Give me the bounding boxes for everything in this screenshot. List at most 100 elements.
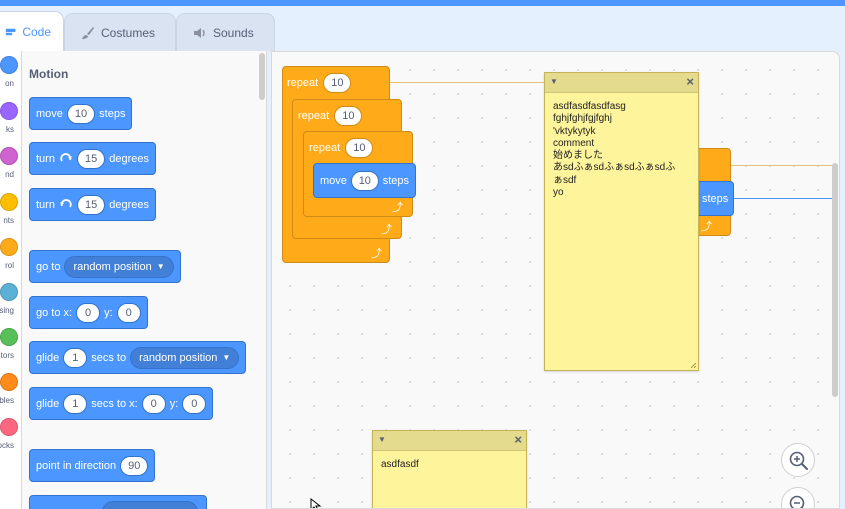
comment-line: yo xyxy=(553,187,564,199)
paintbrush-icon xyxy=(82,26,94,39)
point-in-direction-block[interactable]: point in direction 90 xyxy=(29,449,156,482)
block-label: glide xyxy=(36,351,60,364)
comment-header[interactable]: ▼ × xyxy=(545,73,698,93)
comment-line: あsdふぁsdふぁsdふぁsdふ xyxy=(553,162,676,174)
go-to-xy-block[interactable]: go to x: 0 y: 0 xyxy=(29,296,148,329)
block-label: repeat xyxy=(298,110,330,122)
collapse-triangle-icon[interactable]: ▼ xyxy=(550,77,558,86)
collapse-triangle-icon[interactable]: ▼ xyxy=(378,435,386,444)
resize-handle-icon[interactable] xyxy=(690,362,697,369)
comment-link-line xyxy=(728,198,838,199)
loop-arrow-icon: ⤴ xyxy=(392,202,403,214)
loop-arrow-icon: ⤴ xyxy=(701,221,712,233)
zoom-in-icon xyxy=(789,451,808,470)
speaker-icon xyxy=(194,27,205,38)
zoom-out-button[interactable] xyxy=(781,487,815,508)
category-dot-icon xyxy=(0,283,18,301)
category-menu: on ks nd nts rol sing tors bles ocks xyxy=(0,51,22,509)
block-label: y: xyxy=(104,306,113,319)
degrees-input[interactable]: 15 xyxy=(76,148,106,169)
comment-note[interactable]: ▼ × asdfasdfasdfasg fghjfghjfgjfghj 'vkt… xyxy=(544,72,699,371)
close-icon[interactable]: × xyxy=(514,432,522,447)
workspace-scrollbar[interactable] xyxy=(832,163,838,397)
rotate-left-icon xyxy=(60,198,72,207)
category-dot-icon xyxy=(0,328,18,346)
go-to-block[interactable]: go to random position ▼ xyxy=(29,250,181,283)
block-label: degrees xyxy=(109,198,149,211)
repeat-count-input[interactable]: 10 xyxy=(334,106,363,126)
secs-input[interactable]: 1 xyxy=(63,347,88,368)
comment-line: 始めました xyxy=(553,150,603,162)
turn-left-block[interactable]: turn 15 degrees xyxy=(29,188,156,221)
block-label: steps xyxy=(702,192,729,205)
block-label: steps xyxy=(99,107,126,120)
block-label: y: xyxy=(169,397,179,410)
secs-input[interactable]: 1 xyxy=(63,393,88,414)
block-label: turn xyxy=(36,152,55,165)
category-label: nts xyxy=(3,216,14,225)
target-dropdown[interactable]: random position ▼ xyxy=(64,255,174,278)
target-dropdown[interactable]: random position ▼ xyxy=(130,346,240,369)
category-label: sing xyxy=(0,306,14,315)
x-input[interactable]: 0 xyxy=(76,302,101,323)
tab-sounds[interactable]: Sounds xyxy=(176,13,275,51)
block-label: move xyxy=(320,174,347,187)
glide-to-block[interactable]: glide 1 secs to random position ▼ xyxy=(29,341,247,374)
block-label: repeat xyxy=(309,142,341,154)
category-label: tors xyxy=(0,351,14,360)
y-input[interactable]: 0 xyxy=(116,302,141,323)
block-label: secs to x: xyxy=(91,397,138,410)
block-label: degrees xyxy=(109,152,149,165)
turn-right-block[interactable]: turn 15 degrees xyxy=(29,142,156,175)
comment-note[interactable]: ▼ × asdfasdf xyxy=(372,430,527,508)
y-input[interactable]: 0 xyxy=(182,393,207,414)
comment-header[interactable]: ▼ × xyxy=(373,431,526,451)
palette-scrollbar[interactable] xyxy=(259,53,265,100)
point-towards-block-partial[interactable] xyxy=(29,495,207,509)
degrees-input[interactable]: 15 xyxy=(76,194,106,215)
block-label: repeat xyxy=(287,77,319,89)
glide-xy-block[interactable]: glide 1 secs to x: 0 y: 0 xyxy=(29,387,214,420)
tab-costumes[interactable]: Costumes xyxy=(64,13,176,51)
zoom-in-button[interactable] xyxy=(781,443,815,477)
block-label: go to x: xyxy=(36,306,73,319)
category-dot-icon xyxy=(0,238,18,256)
steps-input[interactable]: 10 xyxy=(66,103,96,124)
comment-link-line xyxy=(388,82,545,83)
category-dot-icon xyxy=(0,102,18,120)
script-area[interactable]: repeat 10 ⤴ repeat 10 ⤴ repeat 10 ⤴ move… xyxy=(271,51,840,509)
loop-arrow-icon: ⤴ xyxy=(381,224,392,236)
tab-code-label: Code xyxy=(22,24,51,39)
comment-text[interactable]: asdfasdfasdfasg fghjfghjfgjfghj 'vktykyt… xyxy=(545,93,698,199)
dropdown-value: random position xyxy=(73,260,152,273)
tab-code[interactable]: Code xyxy=(0,11,64,51)
steps-input[interactable]: 10 xyxy=(350,170,379,191)
comment-line: fghjfghjfgjfghj xyxy=(553,113,612,125)
section-title-motion: Motion xyxy=(29,67,69,81)
block-palette: Motion move 10 steps turn 15 degrees tur… xyxy=(22,51,267,509)
block-label: move xyxy=(36,107,63,120)
code-icon xyxy=(5,28,16,35)
category-dot-icon xyxy=(0,56,18,74)
direction-input[interactable]: 90 xyxy=(120,455,149,476)
repeat-count-input[interactable]: 10 xyxy=(345,138,374,158)
comment-line: asdfasdf xyxy=(381,459,419,470)
loop-arrow-icon: ⤴ xyxy=(371,248,382,260)
tab-sounds-label: Sounds xyxy=(213,25,254,40)
block-label: go to xyxy=(36,260,61,273)
caret-down-icon: ▼ xyxy=(156,262,165,271)
repeat-count-input[interactable]: 10 xyxy=(323,73,352,93)
comment-text[interactable]: asdfasdf xyxy=(373,451,526,471)
move-steps-block-script[interactable]: move 10 steps xyxy=(313,163,416,198)
block-label: steps xyxy=(382,174,409,187)
top-menu-bar-edge xyxy=(0,0,845,6)
move-steps-block[interactable]: move 10 steps xyxy=(29,97,133,130)
close-icon[interactable]: × xyxy=(686,74,694,89)
target-dropdown[interactable] xyxy=(102,500,198,509)
category-label: ks xyxy=(6,125,14,134)
comment-line: asdfasdfasdfasg xyxy=(553,101,626,112)
category-dot-icon xyxy=(0,193,18,211)
dropdown-value: random position xyxy=(139,351,218,364)
category-label: nd xyxy=(5,170,14,179)
x-input[interactable]: 0 xyxy=(141,393,166,414)
